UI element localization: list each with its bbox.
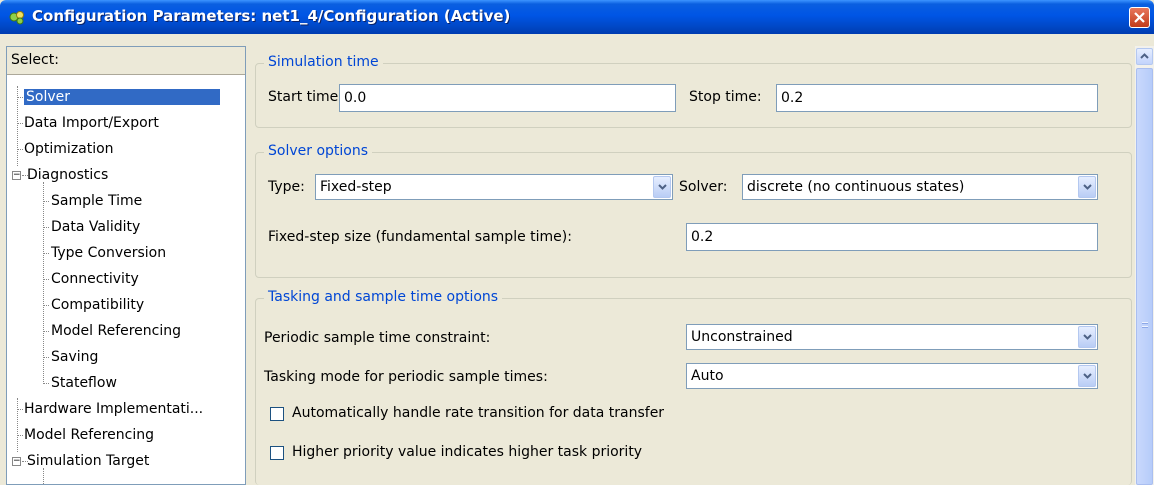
- tree-guide: [17, 398, 18, 452]
- vertical-scrollbar[interactable]: [1135, 46, 1154, 485]
- priority-label[interactable]: Higher priority value indicates higher t…: [292, 444, 642, 460]
- tasking-legend: Tasking and sample time options: [264, 289, 503, 305]
- type-select-value: Fixed-step: [320, 179, 392, 195]
- start-time-input[interactable]: 0.0: [339, 84, 676, 112]
- step-size-label: Fixed-step size (fundamental sample time…: [268, 229, 572, 245]
- tree-item[interactable]: Sample Time: [51, 190, 142, 212]
- tasking-group: Tasking and sample time options Periodic…: [255, 289, 1132, 485]
- tree-item-label: Model Referencing: [24, 427, 155, 443]
- scroll-up-button[interactable]: [1136, 48, 1153, 65]
- tree-item-label: Solver: [24, 89, 220, 105]
- tree-item[interactable]: Simulation Target: [27, 450, 149, 472]
- scroll-thumb[interactable]: [1136, 68, 1153, 485]
- collapse-icon[interactable]: −: [12, 457, 21, 466]
- scroll-grip: [1142, 326, 1148, 328]
- tree-item-label: Simulation Target: [27, 453, 150, 469]
- chevron-down-icon[interactable]: [1078, 326, 1096, 348]
- tree-guide: [43, 468, 44, 484]
- title-bar[interactable]: Configuration Parameters: net1_4/Configu…: [0, 0, 1154, 34]
- tree-item[interactable]: Hardware Implementati...: [24, 398, 203, 420]
- chevron-up-icon: [1140, 53, 1149, 59]
- tree-guide: [17, 86, 18, 166]
- tree-item-label: Saving: [51, 349, 99, 365]
- tree-item-label: Stateflow: [51, 375, 117, 391]
- tree-item[interactable]: Connectivity: [51, 268, 139, 290]
- tree-item-label: Connectivity: [51, 271, 139, 287]
- tree-item-label: Type Conversion: [51, 245, 167, 261]
- window-title: Configuration Parameters: net1_4/Configu…: [32, 7, 511, 25]
- tree-item[interactable]: Model Referencing: [24, 424, 154, 446]
- stop-time-input[interactable]: 0.2: [776, 84, 1098, 112]
- tree-guide: [43, 182, 44, 382]
- category-tree[interactable]: Select: Solver Data Import/Export Optimiza…: [6, 46, 246, 485]
- tree-item-label: Optimization: [24, 141, 114, 157]
- tree-item[interactable]: Saving: [51, 346, 98, 368]
- type-label: Type:: [268, 179, 305, 195]
- tree-item[interactable]: Diagnostics: [27, 164, 108, 186]
- simulation-time-legend: Simulation time: [264, 54, 383, 70]
- periodic-constraint-label: Periodic sample time constraint:: [264, 330, 491, 346]
- scroll-grip: [1142, 322, 1148, 324]
- tree-item-label: Model Referencing: [51, 323, 182, 339]
- tree-item[interactable]: Data Import/Export: [24, 112, 159, 134]
- tasking-mode-label: Tasking mode for periodic sample times:: [264, 369, 548, 385]
- tree-item-label: Compatibility: [51, 297, 145, 313]
- tasking-mode-value: Auto: [691, 368, 724, 384]
- tree-item-label: Data Import/Export: [24, 115, 159, 131]
- type-select[interactable]: Fixed-step: [315, 174, 673, 200]
- tree-item[interactable]: Solver: [24, 86, 220, 108]
- tree-item-label: Sample Time: [51, 193, 143, 209]
- rate-transition-checkbox[interactable]: [270, 407, 284, 421]
- tree-item-label: Data Validity: [51, 219, 141, 235]
- simulink-config-icon: [8, 9, 26, 25]
- step-size-input[interactable]: 0.2: [686, 223, 1098, 251]
- priority-checkbox[interactable]: [270, 446, 284, 460]
- tree-item-label: Diagnostics: [27, 167, 109, 183]
- tasking-mode-select[interactable]: Auto: [686, 363, 1098, 389]
- solver-options-legend: Solver options: [264, 143, 373, 159]
- collapse-icon[interactable]: −: [12, 171, 21, 180]
- tree-item[interactable]: Optimization: [24, 138, 114, 160]
- periodic-constraint-value: Unconstrained: [691, 329, 793, 345]
- tree-item-label: Hardware Implementati...: [24, 401, 204, 417]
- stop-time-label: Stop time:: [689, 89, 762, 105]
- tree-item[interactable]: Stateflow: [51, 372, 117, 394]
- settings-panel: Simulation time Start time: 0.0 Stop tim…: [252, 46, 1135, 485]
- rate-transition-label[interactable]: Automatically handle rate transition for…: [292, 405, 664, 421]
- tree-connector: [43, 383, 49, 384]
- chevron-down-icon[interactable]: [653, 176, 671, 198]
- chevron-down-icon[interactable]: [1078, 176, 1096, 198]
- solver-select[interactable]: discrete (no continuous states): [742, 174, 1098, 200]
- tree-item[interactable]: Data Validity: [51, 216, 140, 238]
- solver-options-group: Solver options Type: Fixed-step Solver: …: [255, 143, 1132, 278]
- solver-label: Solver:: [679, 179, 728, 195]
- tree-item[interactable]: Model Referencing: [51, 320, 181, 342]
- start-time-label: Start time:: [268, 89, 343, 105]
- chevron-down-icon[interactable]: [1078, 365, 1096, 387]
- periodic-constraint-select[interactable]: Unconstrained: [686, 324, 1098, 350]
- simulation-time-group: Simulation time Start time: 0.0 Stop tim…: [255, 54, 1132, 128]
- close-button[interactable]: [1129, 7, 1150, 28]
- close-icon: [1134, 12, 1145, 23]
- tree-header: Select:: [7, 47, 245, 75]
- solver-select-value: discrete (no continuous states): [747, 179, 965, 195]
- tree-item[interactable]: Type Conversion: [51, 242, 166, 264]
- tree-item[interactable]: Compatibility: [51, 294, 144, 316]
